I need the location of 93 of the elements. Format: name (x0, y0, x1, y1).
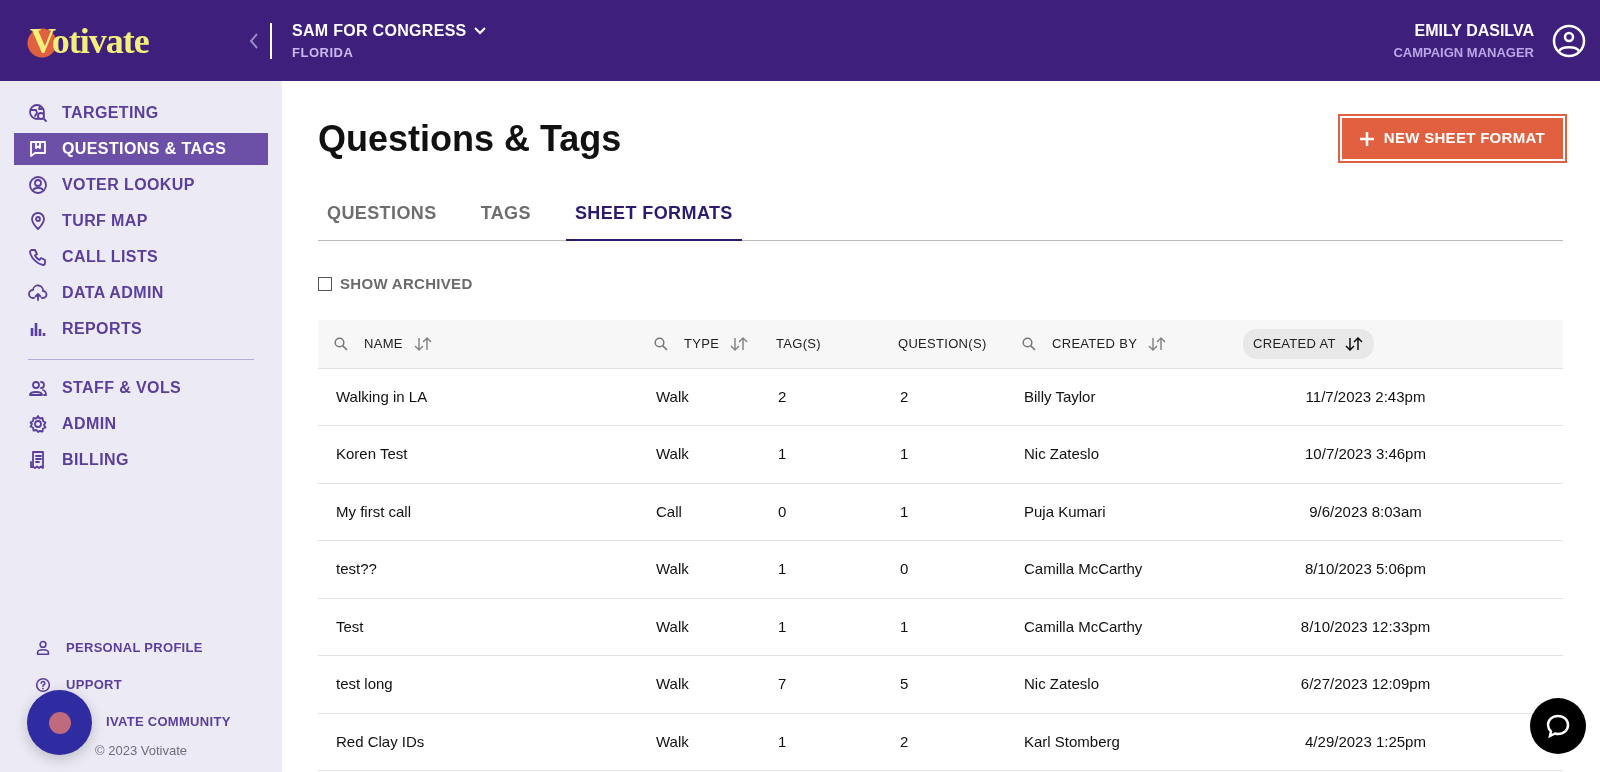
map-pin-icon (28, 211, 48, 231)
sidebar-item[interactable]: TURF MAP (14, 205, 268, 237)
user-circle-icon (28, 175, 48, 195)
table-cell-text: Nic Zateslo (1023, 674, 1101, 695)
table-cell-text: 10/7/2023 3:46pm (1304, 444, 1427, 465)
table-cell-text: Walk (655, 616, 690, 637)
cloud-upload-icon (28, 283, 48, 303)
table-cell-text: Walk (655, 731, 690, 752)
sidebar-link[interactable]: IVATE COMMUNITY (14, 703, 268, 741)
chat-button[interactable] (1530, 698, 1586, 754)
table-cell-text: 1 (899, 444, 910, 465)
table-cell-text: 1 (777, 444, 788, 465)
campaign-name[interactable]: SAM FOR CONGRESS (292, 18, 467, 43)
users-icon (28, 378, 48, 398)
table-cell-text: 7 (777, 674, 788, 695)
table-cell-text: Nic Zateslo (1023, 444, 1101, 465)
checkbox-label: SHOW ARCHIVED (340, 274, 473, 295)
table-cell-text: 0 (777, 501, 788, 522)
sidebar-item[interactable]: QUESTIONS & TAGS (14, 133, 268, 165)
table-cell-text: Camilla McCarthy (1023, 559, 1144, 580)
user-avatar-icon[interactable] (1552, 23, 1586, 58)
column-header[interactable]: NAME (364, 334, 403, 354)
sidebar-item[interactable]: REPORTS (14, 313, 268, 345)
table-cell-text: 9/6/2023 8:03am (1308, 501, 1423, 522)
table-cell-text: Koren Test (335, 444, 409, 465)
table-cell-text: Walk (655, 386, 690, 407)
sidebar-item[interactable]: TARGETING (14, 97, 268, 129)
checkbox[interactable] (318, 277, 332, 292)
page-title: Questions & Tags (318, 117, 622, 161)
sidebar-item[interactable]: BILLING (14, 444, 268, 476)
table-cell-text: 8/10/2023 12:33pm (1299, 616, 1432, 637)
table-cell-text: 8/10/2023 5:06pm (1304, 559, 1427, 580)
table-cell-text: 1 (777, 731, 788, 752)
help-icon (34, 676, 52, 694)
table-cell-text: 1 (899, 616, 910, 637)
search-icon[interactable] (334, 337, 348, 352)
column-header[interactable]: TYPE (684, 334, 720, 354)
table-cell-text: 0 (899, 559, 910, 580)
table-cell-text: Walk (655, 674, 690, 695)
sidebar-item[interactable]: STAFF & VOLS (14, 372, 268, 404)
table-cell-text: Walking in LA (335, 386, 429, 407)
chevron-down-icon[interactable] (472, 25, 487, 36)
table-cell-text: 5 (899, 674, 910, 695)
user-role: CAMPAIGN MANAGER (1393, 43, 1534, 62)
tab[interactable]: SHEET FORMATS (565, 190, 742, 242)
globe-search-icon (28, 103, 48, 123)
table-cell-text: 2 (777, 386, 788, 407)
table-cell-text: 11/7/2023 2:43pm (1304, 386, 1427, 407)
copyright-text: © 2023 Votivate (94, 741, 188, 760)
search-icon[interactable] (1022, 337, 1036, 352)
search-icon[interactable] (654, 337, 668, 352)
table-cell-text: Puja Kumari (1023, 501, 1107, 522)
user-name: EMILY DASILVA (1413, 20, 1534, 41)
table-cell-text: Camilla McCarthy (1023, 616, 1144, 637)
tab[interactable]: TAGS (471, 190, 540, 242)
column-header: TAG(S) (776, 335, 821, 354)
table-cell-text: 2 (899, 731, 910, 752)
tab[interactable]: QUESTIONS (318, 190, 446, 242)
plus-icon (1359, 131, 1374, 146)
table-cell-text: Walk (655, 444, 690, 465)
sidebar-item[interactable]: VOTER LOOKUP (14, 169, 268, 201)
table-cell-text: Red Clay IDs (335, 731, 426, 752)
sidebar-link[interactable]: PERSONAL PROFILE (14, 629, 268, 667)
sidebar-item[interactable]: CALL LISTS (14, 241, 268, 273)
sorted-column-header[interactable]: CREATED AT (1243, 329, 1374, 359)
table-cell-text: Walk (655, 559, 690, 580)
sort-icon[interactable] (1343, 337, 1364, 352)
settings-icon (28, 414, 48, 434)
table-cell-text: 2 (899, 386, 910, 407)
column-header[interactable]: CREATED BY (1052, 334, 1138, 354)
sidebar-item[interactable]: DATA ADMIN (14, 277, 268, 309)
table-cell-text: Billy Taylor (1023, 386, 1097, 407)
floating-action-button[interactable] (27, 690, 92, 755)
column-header: QUESTION(S) (898, 335, 987, 354)
table-cell-text: Call (655, 501, 683, 522)
campaign-state: FLORIDA (292, 43, 355, 62)
table-cell-text: My first call (335, 501, 412, 522)
table-cell-text: 1 (777, 559, 788, 580)
sidebar-item[interactable]: ADMIN (14, 408, 268, 440)
phone-icon (28, 247, 48, 267)
table-cell-text: 1 (899, 501, 910, 522)
message-icon (28, 139, 48, 159)
column-header[interactable]: CREATED AT (1253, 334, 1336, 354)
chat-icon (1544, 712, 1572, 740)
table-cell-text: 1 (777, 616, 788, 637)
table-cell-text: Karl Stomberg (1023, 731, 1121, 752)
table-cell-text: 4/29/2023 1:25pm (1304, 731, 1427, 752)
sidebar-link[interactable]: UPPORT (14, 666, 268, 704)
table-cell-text: Test (335, 616, 365, 637)
user-icon (34, 639, 52, 657)
table-cell-text: 6/27/2023 12:09pm (1299, 674, 1432, 695)
table-cell-text: test?? (335, 559, 378, 580)
table-cell-text: test long (335, 674, 394, 695)
